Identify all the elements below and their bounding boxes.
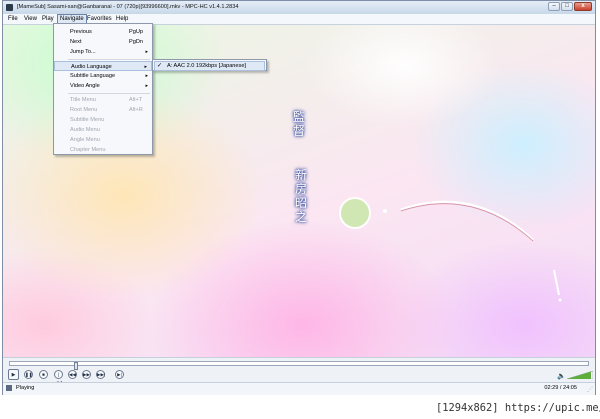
- submenu-arrow-icon: ▸: [144, 64, 147, 70]
- menu-item-label: Next: [70, 39, 82, 45]
- fast-forward-button[interactable]: ▶▶: [82, 370, 91, 379]
- menu-item-label: Subtitle Menu: [70, 117, 105, 123]
- minimize-button[interactable]: –: [548, 2, 560, 11]
- menu-item-label: Video Angle: [70, 83, 100, 89]
- menu-separator: [68, 93, 150, 94]
- navigate-menu: Previous PgUp Next PgDn Jump To... ▸ Aud…: [53, 23, 153, 155]
- status-icon: [6, 385, 12, 391]
- minimize-icon: –: [552, 3, 556, 9]
- window-title: [MameSub] Sasami-san@Ganbaranai - 07 (72…: [17, 4, 239, 10]
- menu-item-label: Subtitle Language: [70, 73, 116, 79]
- menu-item-label: Audio Menu: [70, 127, 100, 133]
- menu-play[interactable]: Play: [40, 15, 56, 23]
- menu-item-audio-language[interactable]: Audio Language ▸: [54, 61, 152, 71]
- time-display[interactable]: 02:29 / 24:05: [544, 385, 577, 391]
- audio-track-label: A: AAC 2.0 192kbps [Japanese]: [167, 63, 246, 69]
- menu-item-subtitle-menu: Subtitle Menu: [54, 115, 152, 125]
- audio-language-submenu: ✓ A: AAC 2.0 192kbps [Japanese]: [152, 59, 267, 71]
- menu-item-subtitle-language[interactable]: Subtitle Language ▸: [54, 71, 152, 81]
- seek-thumb[interactable]: [74, 362, 78, 370]
- rewind-button[interactable]: ◀◀: [68, 370, 77, 379]
- close-icon: x: [581, 3, 585, 9]
- menu-view[interactable]: View: [22, 15, 39, 23]
- menu-item-label: Angle Menu: [70, 137, 100, 143]
- audio-track-item[interactable]: ✓ A: AAC 2.0 192kbps [Japanese]: [154, 61, 265, 71]
- menu-item-shortcut: PgDn: [129, 39, 143, 45]
- frame-step-button[interactable]: ▶|: [115, 370, 124, 379]
- submenu-arrow-icon: ▸: [145, 73, 148, 79]
- menu-item-audio-menu: Audio Menu: [54, 125, 152, 135]
- menu-item-shortcut: Alt+T: [129, 97, 143, 103]
- menu-item-label: Previous: [70, 29, 92, 35]
- volume-icon[interactable]: 🔈: [557, 372, 566, 380]
- menu-item-chapter-menu: Chapter Menu: [54, 145, 152, 155]
- previous-button[interactable]: |◀◀: [54, 370, 63, 385]
- submenu-arrow-icon: ▸: [145, 83, 148, 89]
- menu-item-video-angle[interactable]: Video Angle ▸: [54, 81, 152, 91]
- menu-item-root-menu: Root Menu Alt+R: [54, 105, 152, 115]
- app-icon: [6, 4, 13, 11]
- status-text: Playing: [16, 385, 35, 391]
- menu-file[interactable]: File: [6, 15, 20, 23]
- pause-button[interactable]: ❚❚: [24, 370, 33, 379]
- resize-grip-icon[interactable]: ⋰: [587, 386, 593, 393]
- title-bar[interactable]: [MameSub] Sasami-san@Ganbaranai - 07 (72…: [3, 1, 595, 14]
- play-button[interactable]: ▶: [8, 369, 19, 380]
- menu-item-label: Jump To...: [70, 49, 96, 55]
- watermark-text: [1294x862] https://upic.me/: [436, 402, 600, 414]
- stop-button[interactable]: ■: [39, 370, 48, 379]
- menu-help[interactable]: Help: [114, 15, 130, 23]
- menu-item-shortcut: Alt+R: [129, 107, 143, 113]
- status-bar: Playing 02:29 / 24:05 ⋰: [3, 382, 595, 395]
- menu-item-label: Title Menu: [70, 97, 96, 103]
- menu-item-angle-menu: Angle Menu: [54, 135, 152, 145]
- menu-item-previous[interactable]: Previous PgUp: [54, 27, 152, 37]
- menu-item-shortcut: PgUp: [129, 29, 143, 35]
- menu-item-label: Chapter Menu: [70, 147, 106, 153]
- seek-bar[interactable]: [9, 361, 589, 370]
- menu-item-next[interactable]: Next PgDn: [54, 37, 152, 47]
- menu-item-label: Root Menu: [70, 107, 98, 113]
- menu-item-jump-to[interactable]: Jump To... ▸: [54, 47, 152, 57]
- menu-item-label: Audio Language: [71, 64, 112, 70]
- maximize-icon: □: [565, 3, 569, 9]
- close-button[interactable]: x: [574, 2, 592, 11]
- checkmark-icon: ✓: [157, 63, 163, 69]
- window-controls: – □ x: [547, 2, 592, 12]
- maximize-button[interactable]: □: [561, 2, 573, 11]
- menu-separator: [68, 59, 150, 60]
- playback-controls: ▶ ❚❚ ■ |◀◀ ◀◀ ▶▶ ▶▶| ▶| 🔈: [3, 357, 595, 385]
- menu-favorites[interactable]: Favorites: [85, 15, 114, 23]
- submenu-arrow-icon: ▸: [145, 49, 148, 55]
- menu-item-title-menu: Title Menu Alt+T: [54, 95, 152, 105]
- volume-slider[interactable]: [567, 371, 593, 379]
- next-button[interactable]: ▶▶|: [96, 370, 105, 379]
